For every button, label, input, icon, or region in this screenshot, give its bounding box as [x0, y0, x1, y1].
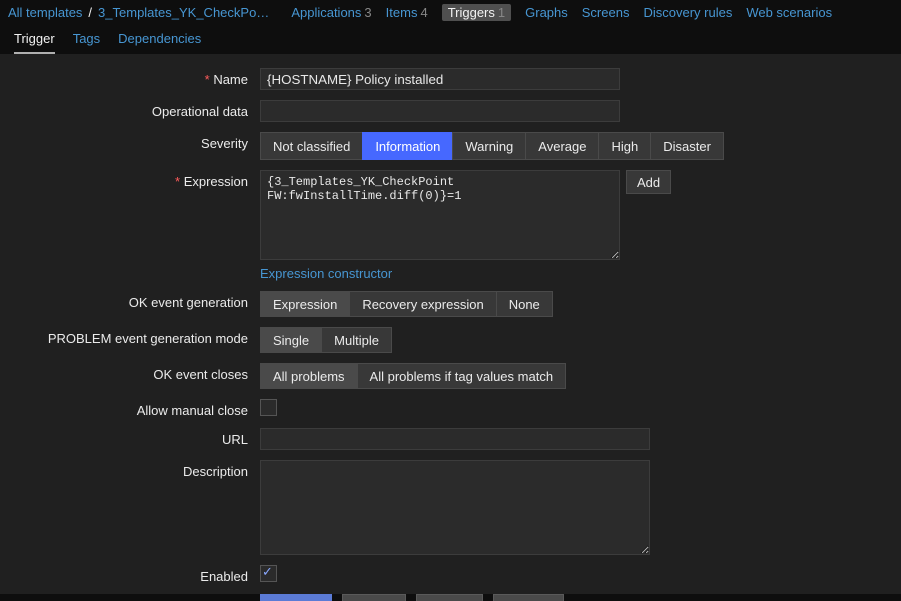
nav-discovery[interactable]: Discovery rules	[643, 4, 732, 21]
label-problem-gen: PROBLEM event generation mode	[20, 327, 260, 346]
breadcrumb-current[interactable]: 3_Templates_YK_CheckPo…	[98, 5, 269, 20]
update-button[interactable]: Update	[260, 594, 332, 601]
label-severity: Severity	[20, 132, 260, 151]
opdata-input[interactable]	[260, 100, 620, 122]
description-input[interactable]	[260, 460, 650, 555]
breadcrumb: All templates / 3_Templates_YK_CheckPo… …	[0, 0, 901, 23]
label-url: URL	[20, 428, 260, 447]
add-button[interactable]: Add	[626, 170, 671, 194]
form: Name Operational data Severity Not class…	[0, 54, 901, 594]
nav-web[interactable]: Web scenarios	[746, 4, 832, 21]
tab-trigger[interactable]: Trigger	[14, 31, 55, 54]
nav-tabs: Applications3 Items4 Triggers1 Graphs Sc…	[291, 4, 832, 21]
manual-close-checkbox[interactable]	[260, 399, 277, 416]
problem-gen-group: Single Multiple	[260, 327, 392, 353]
expression-input[interactable]: {3_Templates_YK_CheckPoint FW:fwInstallT…	[260, 170, 620, 260]
clone-button[interactable]: Clone	[342, 594, 406, 601]
tab-tags[interactable]: Tags	[73, 31, 100, 54]
breadcrumb-root[interactable]: All templates	[8, 5, 82, 20]
ok-close-group: All problems All problems if tag values …	[260, 363, 566, 389]
ok-gen-group: Expression Recovery expression None	[260, 291, 553, 317]
nav-graphs[interactable]: Graphs	[525, 4, 568, 21]
nav-items[interactable]: Items4	[386, 4, 428, 21]
name-input[interactable]	[260, 68, 620, 90]
nav-screens[interactable]: Screens	[582, 4, 630, 21]
severity-average[interactable]: Average	[525, 132, 599, 160]
severity-group: Not classified Information Warning Avera…	[260, 132, 724, 160]
ok-gen-none[interactable]: None	[496, 291, 553, 317]
label-manual-close: Allow manual close	[20, 399, 260, 418]
problem-gen-multiple[interactable]: Multiple	[321, 327, 392, 353]
label-name: Name	[20, 68, 260, 87]
severity-not-classified[interactable]: Not classified	[260, 132, 363, 160]
url-input[interactable]	[260, 428, 650, 450]
ok-close-all[interactable]: All problems	[260, 363, 358, 389]
label-ok-close: OK event closes	[20, 363, 260, 382]
tab-dependencies[interactable]: Dependencies	[118, 31, 201, 54]
label-description: Description	[20, 460, 260, 479]
label-expression: Expression	[20, 170, 260, 189]
nav-applications[interactable]: Applications3	[291, 4, 371, 21]
footer-buttons: Update Clone Delete Cancel	[260, 594, 881, 601]
nav-triggers[interactable]: Triggers1	[442, 4, 511, 21]
severity-high[interactable]: High	[598, 132, 651, 160]
cancel-button[interactable]: Cancel	[493, 594, 563, 601]
label-ok-gen: OK event generation	[20, 291, 260, 310]
label-opdata: Operational data	[20, 100, 260, 119]
breadcrumb-sep: /	[88, 5, 92, 20]
severity-disaster[interactable]: Disaster	[650, 132, 724, 160]
problem-gen-single[interactable]: Single	[260, 327, 322, 353]
severity-warning[interactable]: Warning	[452, 132, 526, 160]
ok-gen-expression[interactable]: Expression	[260, 291, 350, 317]
ok-close-tag[interactable]: All problems if tag values match	[357, 363, 567, 389]
delete-button[interactable]: Delete	[416, 594, 484, 601]
ok-gen-recovery[interactable]: Recovery expression	[349, 291, 496, 317]
enabled-checkbox[interactable]	[260, 565, 277, 582]
expression-constructor-link[interactable]: Expression constructor	[260, 266, 392, 281]
severity-information[interactable]: Information	[362, 132, 453, 160]
label-enabled: Enabled	[20, 565, 260, 584]
sub-tabs: Trigger Tags Dependencies	[0, 23, 901, 54]
